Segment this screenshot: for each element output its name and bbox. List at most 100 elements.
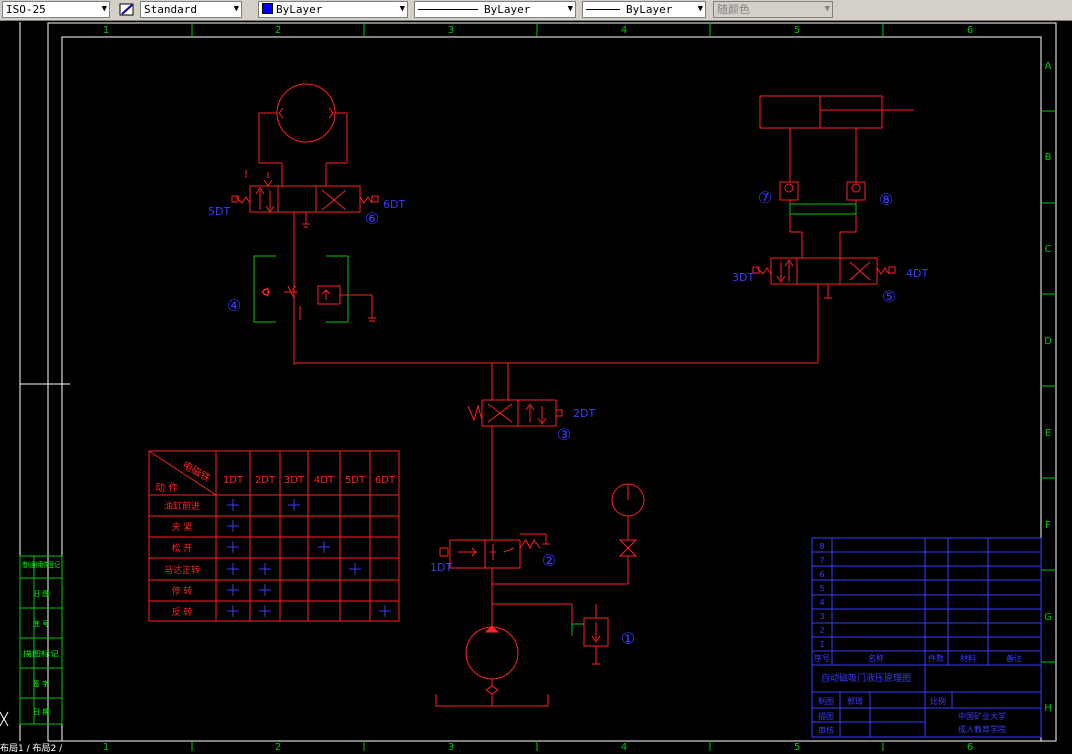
table-header: 1DT bbox=[223, 475, 244, 486]
col-label: 4 bbox=[621, 742, 627, 751]
label-4dt: 4DT bbox=[906, 267, 928, 280]
table-row-label: 反 转 bbox=[172, 606, 193, 618]
component-labels: 5DT 6DT 3DT 4DT 2DT 1DT bbox=[208, 198, 928, 574]
tb-header-qty: 件数 bbox=[928, 653, 944, 663]
frame-col-labels: 1 2 3 4 5 6 1 2 3 4 5 6 bbox=[103, 25, 973, 751]
col-label: 4 bbox=[621, 25, 627, 36]
table-row-label: 马达正转 bbox=[164, 564, 200, 576]
tb-header-material: 材料 bbox=[960, 653, 976, 663]
number-7: ⑦ bbox=[758, 188, 772, 207]
table-corner-bottom: 动 作 bbox=[155, 482, 178, 494]
row-label: F bbox=[1045, 520, 1051, 531]
chevron-down-icon: ▼ bbox=[824, 4, 830, 14]
number-2: ② bbox=[542, 551, 556, 570]
solenoid-table: 电磁铁 动 作 1DT 2DT 3DT 4DT 5DT 6DT 油缸前进夹 紧松 开马达正… bbox=[148, 450, 400, 622]
tb-row-number: 7 bbox=[819, 556, 824, 565]
left-record-strip: 借(通)用件登记 旧 图 底 号 描图标记 签 字 日 期 bbox=[19, 555, 63, 725]
table-header: 4DT bbox=[314, 475, 335, 486]
tb-row-number: 3 bbox=[819, 612, 824, 621]
tb-row-number: 4 bbox=[819, 598, 824, 607]
table-mark bbox=[227, 584, 239, 596]
table-header: 6DT bbox=[375, 475, 396, 486]
tb-school: 中国矿业大学 bbox=[958, 711, 1006, 721]
strip-label: 描图标记 bbox=[23, 649, 59, 658]
tb-row-number: 5 bbox=[819, 584, 824, 593]
tb-row-number: 1 bbox=[819, 640, 824, 649]
row-label: C bbox=[1045, 244, 1052, 255]
properties-toolbar: ISO-25 ▼ Standard ▼ ByLayer ▼ ByLayer ▼ ByLa… bbox=[0, 0, 1072, 21]
table-header: 5DT bbox=[345, 475, 366, 486]
col-label: 2 bbox=[275, 742, 281, 751]
table-mark bbox=[349, 563, 361, 575]
dimstyle-value: ISO-25 bbox=[6, 3, 46, 16]
tb-row-number: 6 bbox=[819, 570, 824, 579]
linetype-dropdown[interactable]: ByLayer ▼ bbox=[414, 1, 576, 18]
color-value: ByLayer bbox=[276, 3, 323, 16]
tb-designer-name: 郭琦 bbox=[847, 696, 863, 706]
col-label: 6 bbox=[967, 25, 973, 36]
linetype-preview bbox=[418, 9, 478, 10]
col-label: 3 bbox=[448, 25, 454, 36]
row-label: B bbox=[1045, 152, 1052, 163]
textstyle-value: Standard bbox=[144, 3, 197, 16]
drawing-canvas[interactable]: 1 2 3 4 5 6 1 2 3 4 5 6 A B C D E F G H … bbox=[0, 20, 1072, 751]
number-1: ① bbox=[621, 629, 635, 648]
row-label: D bbox=[1044, 336, 1052, 347]
table-row-label: 夹 紧 bbox=[172, 521, 193, 533]
col-label: 5 bbox=[794, 25, 800, 36]
strip-label: 旧 图 bbox=[33, 590, 49, 598]
color-dropdown[interactable]: ByLayer ▼ bbox=[258, 1, 408, 18]
check-valve-7 bbox=[779, 181, 799, 201]
row-label: G bbox=[1044, 612, 1052, 623]
table-mark bbox=[259, 605, 271, 617]
tb-school2: 成人教育学院 bbox=[958, 724, 1006, 734]
color-swatch bbox=[262, 3, 273, 14]
dimstyle-dropdown[interactable]: ISO-25 ▼ bbox=[2, 1, 110, 18]
table-mark bbox=[288, 499, 300, 511]
table-mark bbox=[227, 563, 239, 575]
tb-header-no: 序号 bbox=[814, 653, 830, 663]
strip-label: 签 字 bbox=[33, 679, 49, 688]
tb-designer-label: 制图 bbox=[818, 696, 834, 706]
number-3: ③ bbox=[557, 425, 571, 444]
table-row-label: 停 转 bbox=[172, 585, 193, 597]
label-5dt: 5DT bbox=[208, 205, 230, 218]
lineweight-preview bbox=[586, 9, 620, 10]
table-header: 2DT bbox=[255, 475, 276, 486]
tb-drawn-label: 描图 bbox=[818, 711, 834, 721]
table-corner-top: 电磁铁 bbox=[180, 458, 212, 484]
title-block: 8 7 6 5 4 3 2 1 序号 名称 件数 材料 备注 自动磁吸门液压原理图 制图 郭琦… bbox=[811, 537, 1042, 738]
table-mark bbox=[259, 584, 271, 596]
text-style-icon[interactable] bbox=[119, 2, 135, 17]
hydraulic-pump bbox=[465, 626, 519, 680]
table-mark bbox=[379, 605, 391, 617]
tb-row-number: 8 bbox=[819, 542, 824, 551]
hydraulic-cylinder bbox=[759, 95, 883, 129]
lineweight-dropdown[interactable]: ByLayer ▼ bbox=[582, 1, 706, 18]
number-6: ⑥ bbox=[365, 209, 379, 228]
layout-tabs[interactable]: 布局1 / 布局2 / bbox=[0, 741, 200, 754]
col-label: 1 bbox=[103, 25, 109, 36]
lineweight-value: ByLayer bbox=[626, 3, 673, 16]
strip-label: 借(通)用件登记 bbox=[22, 560, 60, 569]
tb-scale-label: 比例 bbox=[930, 696, 946, 706]
textstyle-dropdown[interactable]: Standard ▼ bbox=[140, 1, 242, 18]
row-label: E bbox=[1045, 428, 1051, 439]
row-label: A bbox=[1045, 61, 1052, 72]
col-label: 6 bbox=[967, 742, 973, 751]
number-4: ④ bbox=[227, 296, 241, 315]
col-label: 5 bbox=[794, 742, 800, 751]
valve-5 bbox=[770, 257, 878, 285]
number-8: ⑧ bbox=[879, 190, 893, 209]
col-label: 3 bbox=[448, 742, 454, 751]
row-label: H bbox=[1044, 703, 1052, 714]
chevron-down-icon: ▼ bbox=[567, 4, 573, 14]
ucs-icon bbox=[0, 711, 9, 727]
tb-header-remark: 备注 bbox=[1006, 653, 1022, 663]
valve-3 bbox=[481, 399, 557, 427]
frame-row-labels: A B C D E F G H bbox=[1044, 61, 1052, 714]
stop-valve bbox=[618, 539, 638, 557]
chevron-down-icon: ▼ bbox=[697, 4, 703, 14]
label-2dt: 2DT bbox=[573, 407, 595, 420]
table-mark bbox=[227, 605, 239, 617]
